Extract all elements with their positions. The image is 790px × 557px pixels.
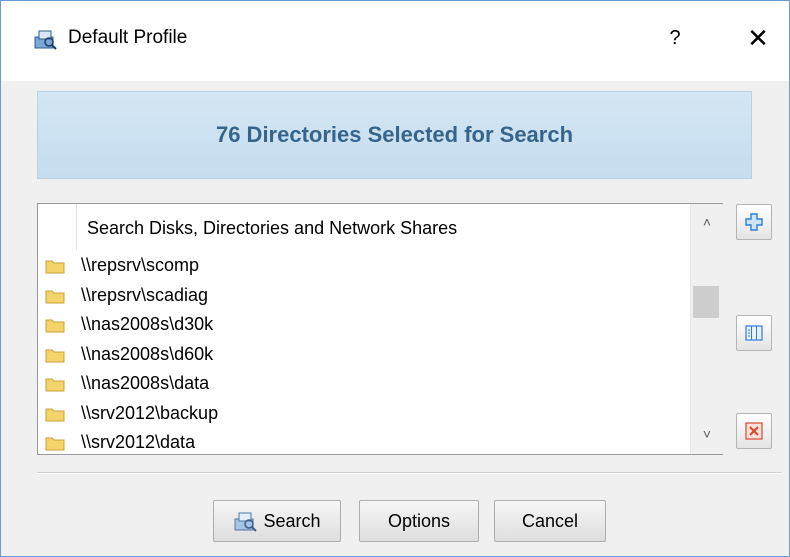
- delete-icon: [745, 422, 763, 440]
- search-profile-icon: [33, 28, 57, 50]
- list-rows: \\repsrv\scomp \\repsrv\scadiag \\nas200…: [38, 252, 690, 454]
- list-item-label: \\srv2012\backup: [81, 402, 219, 423]
- edit-list-button[interactable]: [736, 315, 772, 351]
- list-item-label: \\nas2008s\data: [81, 373, 210, 393]
- edit-list-icon: [745, 325, 763, 341]
- delete-directory-button[interactable]: [736, 413, 772, 449]
- cancel-button[interactable]: Cancel: [494, 500, 606, 542]
- search-profile-icon: [234, 512, 258, 532]
- scroll-thumb[interactable]: [693, 286, 719, 318]
- list-column-header[interactable]: Search Disks, Directories and Network Sh…: [76, 204, 699, 250]
- folder-icon: [45, 378, 65, 392]
- dialog-window: Default Profile ? ✕ 76 Directories Selec…: [0, 0, 790, 557]
- vertical-scrollbar[interactable]: ˄ ˅: [690, 204, 723, 454]
- scroll-down-button[interactable]: ˅: [691, 426, 723, 446]
- list-item[interactable]: \\repsrv\scomp: [38, 252, 690, 282]
- title-bar: Default Profile ? ✕: [1, 1, 789, 81]
- list-item[interactable]: \\srv2012\data: [38, 429, 690, 454]
- list-item-label: \\nas2008s\d30k: [81, 314, 214, 334]
- window-title: Default Profile: [68, 27, 188, 48]
- selection-summary-text: 76 Directories Selected for Search: [215, 122, 574, 147]
- list-item[interactable]: \\srv2012\backup: [38, 400, 690, 430]
- divider: [37, 472, 782, 474]
- close-button[interactable]: ✕: [741, 21, 775, 55]
- search-button-label: Search: [263, 510, 321, 531]
- add-directory-button[interactable]: [736, 204, 772, 240]
- add-icon: [745, 213, 763, 231]
- selection-summary-banner: 76 Directories Selected for Search: [37, 91, 752, 179]
- list-item-label: \\repsrv\scomp: [81, 255, 200, 275]
- scroll-up-button[interactable]: ˄: [691, 214, 723, 234]
- folder-icon: [45, 437, 65, 451]
- folder-icon: [45, 260, 65, 274]
- folder-icon: [45, 290, 65, 303]
- folder-icon: [45, 349, 65, 362]
- folder-icon: [45, 408, 65, 421]
- options-button-label: Options: [387, 510, 451, 531]
- directory-list[interactable]: Search Disks, Directories and Network Sh…: [37, 203, 723, 455]
- list-item-label: \\srv2012\data: [81, 432, 196, 452]
- list-item[interactable]: \\nas2008s\data: [38, 370, 690, 400]
- search-button[interactable]: Search: [213, 500, 341, 542]
- help-button[interactable]: ?: [661, 23, 689, 53]
- folder-icon: [45, 319, 65, 333]
- list-item[interactable]: \\repsrv\scadiag: [38, 282, 690, 312]
- list-item[interactable]: \\nas2008s\d60k: [38, 341, 690, 371]
- list-item-label: \\repsrv\scadiag: [81, 284, 209, 305]
- list-item-label: \\nas2008s\d60k: [81, 343, 214, 364]
- list-item[interactable]: \\nas2008s\d30k: [38, 311, 690, 341]
- options-button[interactable]: Options: [359, 500, 479, 542]
- cancel-button-label: Cancel: [521, 510, 579, 531]
